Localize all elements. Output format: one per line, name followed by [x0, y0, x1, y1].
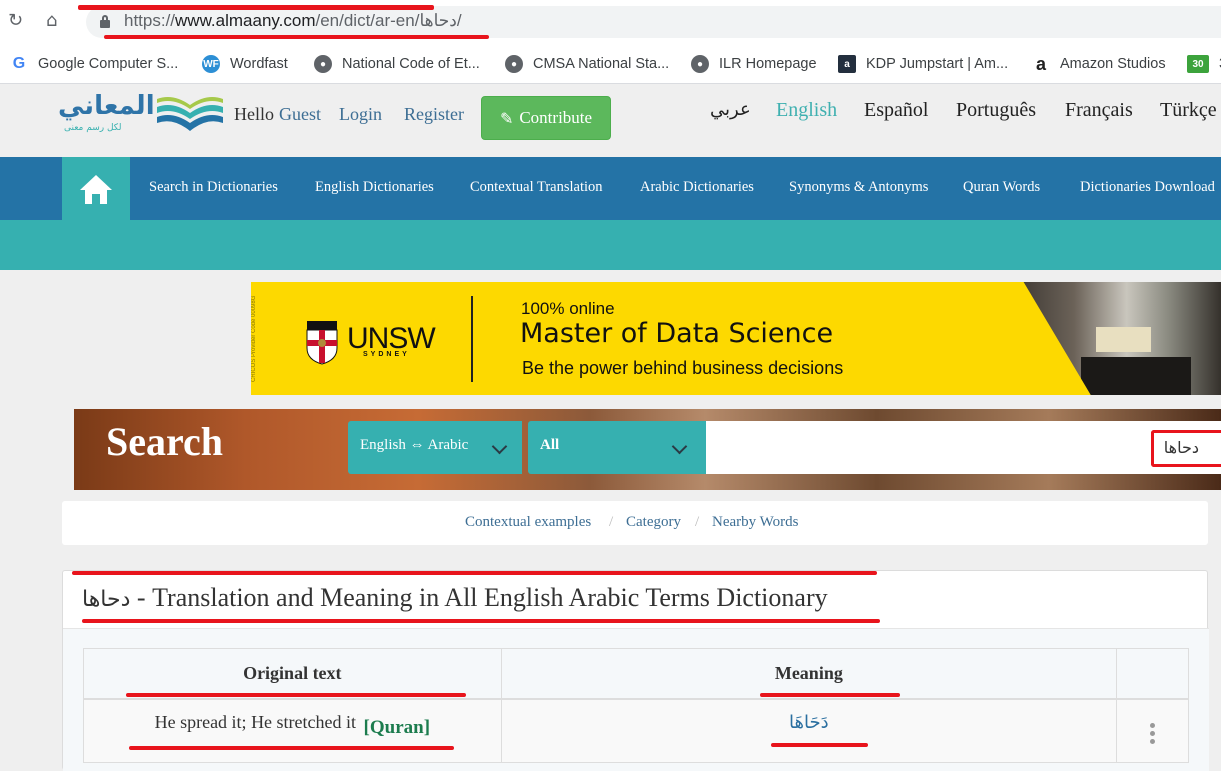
globe-icon: ● [314, 55, 332, 73]
nav-contextual-translation[interactable]: Contextual Translation [470, 179, 603, 196]
column-actions [1116, 648, 1189, 700]
guest-link[interactable]: Guest [279, 104, 321, 125]
column-meaning: Meaning [500, 648, 1118, 700]
site-logo[interactable]: المعاني [58, 91, 155, 121]
result-panel: دحاها - Translation and Meaning in All E… [62, 570, 1209, 771]
main-nav: Search in Dictionaries English Dictionar… [0, 157, 1221, 220]
ad-photo [1023, 282, 1221, 395]
ad-banner[interactable]: CRICOS Provider Code 00098G UNSW SYDNEY … [251, 282, 1221, 395]
result-title: دحاها - Translation and Meaning in All E… [82, 583, 828, 612]
ad-small-text: 100% online [521, 299, 615, 318]
nav-dictionaries-download[interactable]: Dictionaries Download [1080, 179, 1215, 196]
amazon-icon: a [1032, 54, 1050, 74]
tab-contextual-examples[interactable]: Contextual examples [465, 514, 591, 531]
annotation-underline [129, 746, 454, 750]
annotation-underline [82, 619, 880, 623]
globe-icon: ● [505, 55, 523, 73]
ad-tagline: Be the power behind business decisions [522, 358, 844, 378]
home-icon [80, 174, 112, 204]
nav-search-in-dictionaries[interactable]: Search in Dictionaries [149, 179, 278, 196]
contribute-button[interactable]: ✎ Contribute [481, 96, 611, 140]
nav-synonyms-antonyms[interactable]: Synonyms & Antonyms [789, 179, 928, 196]
lang-portugues[interactable]: Português [956, 99, 1036, 122]
table-row: He spread it; He stretched it [Quran] دَ… [83, 698, 1189, 763]
row-actions-cell [1116, 698, 1189, 763]
chevron-down-icon [671, 438, 688, 455]
lang-arabic[interactable]: عربي [710, 99, 751, 120]
nav-english-dictionaries[interactable]: English Dictionaries [315, 179, 434, 196]
pencil-icon: ✎ [499, 108, 514, 128]
annotation-underline [104, 35, 489, 39]
search-heading: Search [106, 419, 224, 464]
bookmark-cmsa[interactable]: ● CMSA National Sta... [505, 54, 669, 74]
annotation-underline [72, 571, 877, 575]
login-link[interactable]: Login [339, 104, 382, 125]
lock-icon [100, 15, 110, 28]
ad-title: Master of Data Science [520, 318, 834, 349]
ad-divider [471, 296, 473, 382]
tab-nearby-words[interactable]: Nearby Words [712, 514, 798, 531]
bookmark-amazon-studios[interactable]: a Amazon Studios [1032, 54, 1166, 74]
google-icon: G [10, 55, 28, 73]
annotation-underline [760, 693, 900, 697]
amazon-kdp-icon: a [838, 55, 856, 73]
tab-separator: / [609, 514, 614, 530]
column-original-text: Original text [83, 648, 502, 700]
annotation-underline [78, 5, 434, 10]
reload-icon[interactable]: ↻ [8, 10, 23, 31]
direction-select[interactable]: English ⇔ Arabic [348, 421, 522, 474]
logo-tagline: لكل رسم معنى [64, 123, 122, 133]
quran-tag[interactable]: [Quran] [364, 717, 431, 738]
lang-turkce[interactable]: Türkçe [1160, 99, 1217, 122]
bookmarks-bar: G Google Computer S... WF Wordfast ● Nat… [0, 42, 1221, 84]
meaning-cell: دَحَاهَا [500, 698, 1118, 763]
bookmark-30[interactable]: 30 3 [1187, 54, 1221, 74]
globe-icon: ● [691, 55, 709, 73]
nav-quran-words[interactable]: Quran Words [963, 179, 1040, 196]
bookmark-google-computer[interactable]: G Google Computer S... [10, 54, 178, 74]
bookmark-wordfast[interactable]: WF Wordfast [202, 54, 288, 74]
site-header: المعاني لكل رسم معنى Hello Guest Login R… [0, 85, 1221, 157]
lang-english[interactable]: English [776, 99, 837, 122]
open-book-icon [157, 97, 223, 131]
url-text[interactable]: https://www.almaany.com/en/dict/ar-en/دح… [124, 11, 462, 31]
ad-provider-code: CRICOS Provider Code 00098G [251, 295, 257, 382]
bookmark-kdp-jumpstart[interactable]: a KDP Jumpstart | Am... [838, 54, 1008, 74]
annotation-underline [126, 693, 466, 697]
hello-text: Hello [234, 104, 274, 124]
category-select[interactable]: All [528, 421, 703, 474]
lang-espanol[interactable]: Español [864, 99, 928, 122]
register-link[interactable]: Register [404, 104, 464, 125]
more-options-icon[interactable] [1150, 722, 1156, 744]
tab-separator: / [695, 514, 700, 530]
annotation-underline [771, 743, 868, 747]
bookmark-ilr-homepage[interactable]: ● ILR Homepage [691, 54, 817, 74]
bookmark-national-code[interactable]: ● National Code of Et... [314, 54, 480, 74]
nav-arabic-dictionaries[interactable]: Arabic Dictionaries [640, 179, 754, 196]
address-bar[interactable]: https://www.almaany.com/en/dict/ar-en/دح… [86, 6, 1221, 38]
home-icon[interactable]: ⌂ [46, 10, 57, 31]
search-input[interactable] [703, 421, 1221, 474]
unsw-crest-icon [306, 321, 338, 365]
tab-category[interactable]: Category [626, 514, 681, 531]
ad-brand-sub: SYDNEY [363, 351, 410, 358]
meaning-link[interactable]: دَحَاهَا [789, 712, 829, 733]
home-button[interactable] [62, 157, 130, 220]
30-icon: 30 [1187, 55, 1209, 73]
original-text-cell: He spread it; He stretched it [Quran] [83, 698, 502, 763]
chevron-down-icon [491, 438, 508, 455]
annotation-box [1151, 430, 1221, 467]
sub-nav-band [0, 220, 1221, 270]
lang-francais[interactable]: Français [1065, 99, 1133, 122]
wordfast-icon: WF [202, 55, 220, 73]
result-subtabs: Contextual examples / Category / Nearby … [62, 501, 1208, 545]
